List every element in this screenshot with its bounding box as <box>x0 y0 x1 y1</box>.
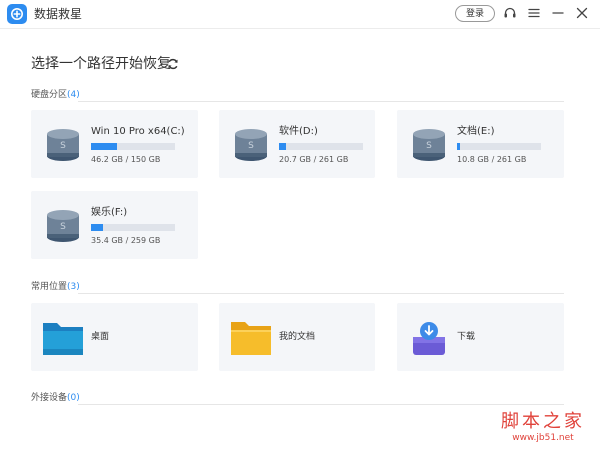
drive-card-c[interactable]: S Win 10 Pro x64(C:) 46.2 GB / 150 GB <box>31 110 198 178</box>
refresh-icon[interactable] <box>166 56 180 70</box>
drive-name: 软件(D:) <box>279 126 318 137</box>
svg-text:S: S <box>60 141 66 151</box>
drive-name: 文档(E:) <box>457 126 495 137</box>
watermark-url: www.jb51.net <box>512 433 574 443</box>
drive-size: 10.8 GB / 261 GB <box>457 155 527 164</box>
section-label-disks: 硬盘分区(4) <box>31 89 80 101</box>
hard-drive-icon: S <box>47 129 79 161</box>
documents-folder-icon <box>231 322 271 355</box>
usage-bar <box>457 143 541 150</box>
section-label-external: 外接设备(0) <box>31 392 80 404</box>
svg-text:S: S <box>426 141 432 151</box>
login-button[interactable]: 登录 <box>455 5 495 22</box>
svg-text:S: S <box>60 222 66 232</box>
hard-drive-icon: S <box>47 210 79 242</box>
svg-text:S: S <box>248 141 254 151</box>
headset-support-icon[interactable] <box>502 5 518 21</box>
usage-bar <box>91 224 175 231</box>
section-divider <box>78 101 564 102</box>
app-title: 数据救星 <box>34 7 83 21</box>
section-label-common: 常用位置(3) <box>31 281 80 293</box>
title-divider <box>0 28 600 29</box>
drive-card-d[interactable]: S 软件(D:) 20.7 GB / 261 GB <box>219 110 375 178</box>
hard-drive-icon: S <box>413 129 445 161</box>
location-card-downloads[interactable]: 下载 <box>397 303 564 371</box>
hard-drive-icon: S <box>235 129 267 161</box>
location-label: 下载 <box>457 332 476 342</box>
usage-bar <box>279 143 363 150</box>
drive-size: 46.2 GB / 150 GB <box>91 155 161 164</box>
section-label-text: 常用位置 <box>31 282 68 292</box>
section-divider <box>78 404 564 405</box>
section-label-text: 外接设备 <box>31 393 68 403</box>
section-count: (0) <box>67 393 80 403</box>
location-label: 桌面 <box>91 332 110 342</box>
section-count: (4) <box>67 90 80 100</box>
desktop-folder-icon <box>43 323 83 355</box>
minimize-icon[interactable] <box>550 5 566 21</box>
drive-card-e[interactable]: S 文档(E:) 10.8 GB / 261 GB <box>397 110 564 178</box>
usage-fill <box>91 143 118 150</box>
drive-name: 娱乐(F:) <box>91 207 128 218</box>
section-divider <box>78 293 564 294</box>
download-tray-icon <box>413 322 445 355</box>
usage-fill <box>91 224 103 231</box>
location-card-documents[interactable]: 我的文档 <box>219 303 375 371</box>
usage-bar <box>91 143 175 150</box>
location-label: 我的文档 <box>279 332 316 342</box>
drive-size: 35.4 GB / 259 GB <box>91 236 161 245</box>
section-label-text: 硬盘分区 <box>31 90 68 100</box>
usage-fill <box>457 143 461 150</box>
drive-name: Win 10 Pro x64(C:) <box>91 126 185 137</box>
section-count: (3) <box>67 282 80 292</box>
usage-fill <box>279 143 286 150</box>
close-icon[interactable] <box>574 5 590 21</box>
page-title: 选择一个路径开始恢复 <box>31 56 171 72</box>
watermark-main: 脚本之家 <box>501 411 585 432</box>
location-card-desktop[interactable]: 桌面 <box>31 303 198 371</box>
drive-card-f[interactable]: S 娱乐(F:) 35.4 GB / 259 GB <box>31 191 198 259</box>
menu-icon[interactable] <box>526 5 542 21</box>
title-bar: 数据救星 登录 <box>0 0 600 28</box>
drive-size: 20.7 GB / 261 GB <box>279 155 349 164</box>
watermark: 脚本之家 www.jb51.net <box>493 411 593 444</box>
app-logo-icon <box>7 4 27 24</box>
